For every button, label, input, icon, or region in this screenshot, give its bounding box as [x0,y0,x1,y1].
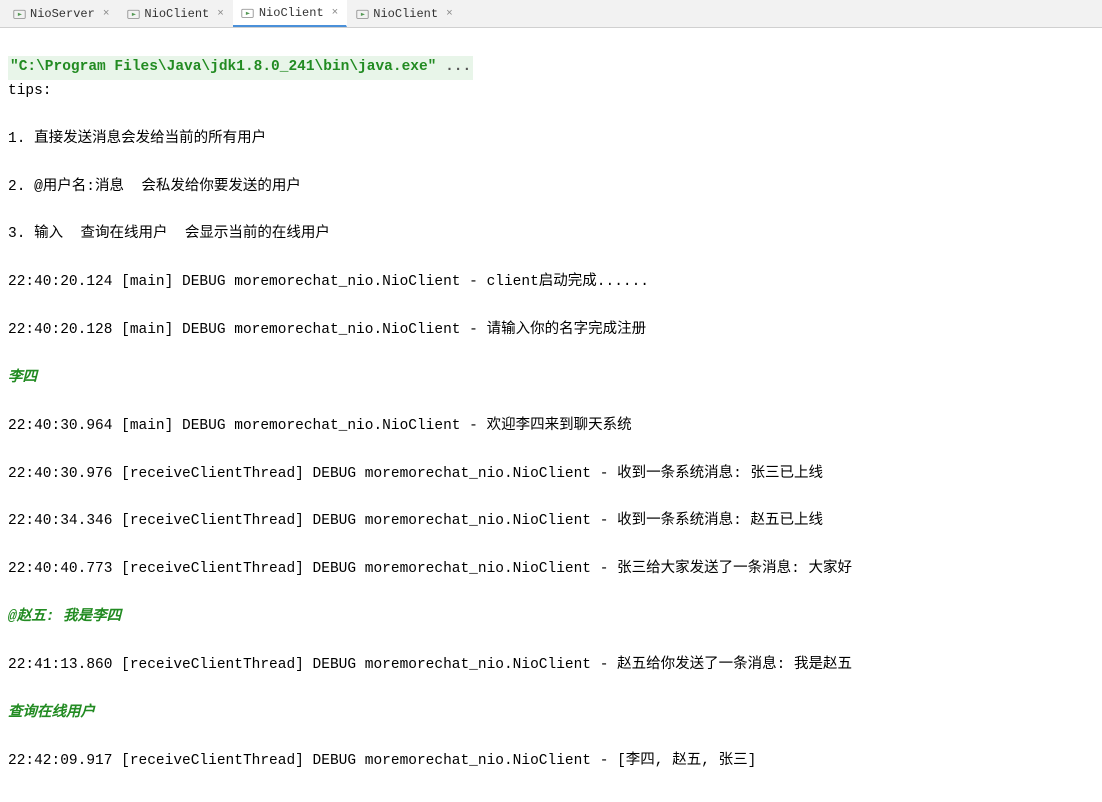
tab-nioserver[interactable]: NioServer × [4,0,118,27]
user-input: 查询在线用户 [8,702,1094,726]
run-icon [12,7,26,21]
log-line: 22:40:20.128 [main] DEBUG moremorechat_n… [8,319,1094,343]
close-icon[interactable]: × [446,8,453,20]
close-icon[interactable]: × [332,7,339,19]
user-input: @赵五: 我是李四 [8,606,1094,630]
close-icon[interactable]: × [103,8,110,20]
tab-label: NioServer [30,7,95,21]
tab-label: NioClient [144,7,209,21]
log-line: 22:40:30.976 [receiveClientThread] DEBUG… [8,463,1094,487]
tab-bar: NioServer × NioClient × NioClient × NioC… [0,0,1102,28]
tip-line: 3. 输入 查询在线用户 会显示当前的在线用户 [8,223,1094,247]
log-line: 22:42:09.917 [receiveClientThread] DEBUG… [8,750,1094,774]
tip-line: 2. @用户名:消息 会私发给你要发送的用户 [8,176,1094,200]
run-icon [355,7,369,21]
log-line: 22:40:30.964 [main] DEBUG moremorechat_n… [8,415,1094,439]
command-rest: ... [436,59,471,75]
user-input: 李四 [8,367,1094,391]
tips-header: tips: [8,80,1094,104]
tab-nioclient-1[interactable]: NioClient × [118,0,232,27]
run-icon [241,6,255,20]
tab-label: NioClient [373,7,438,21]
close-icon[interactable]: × [217,8,224,20]
log-line: 22:41:13.860 [receiveClientThread] DEBUG… [8,654,1094,678]
log-line: 22:40:40.773 [receiveClientThread] DEBUG… [8,558,1094,582]
tip-line: 1. 直接发送消息会发给当前的所有用户 [8,128,1094,152]
log-line: 22:40:34.346 [receiveClientThread] DEBUG… [8,510,1094,534]
tab-nioclient-3[interactable]: NioClient × [347,0,461,27]
tab-label: NioClient [259,6,324,20]
console-output[interactable]: "C:\Program Files\Java\jdk1.8.0_241\bin\… [0,28,1102,802]
run-icon [126,7,140,21]
command-line: "C:\Program Files\Java\jdk1.8.0_241\bin\… [8,56,473,80]
java-path: "C:\Program Files\Java\jdk1.8.0_241\bin\… [10,59,436,75]
log-line: 22:40:20.124 [main] DEBUG moremorechat_n… [8,271,1094,295]
tab-nioclient-2[interactable]: NioClient × [233,0,347,27]
